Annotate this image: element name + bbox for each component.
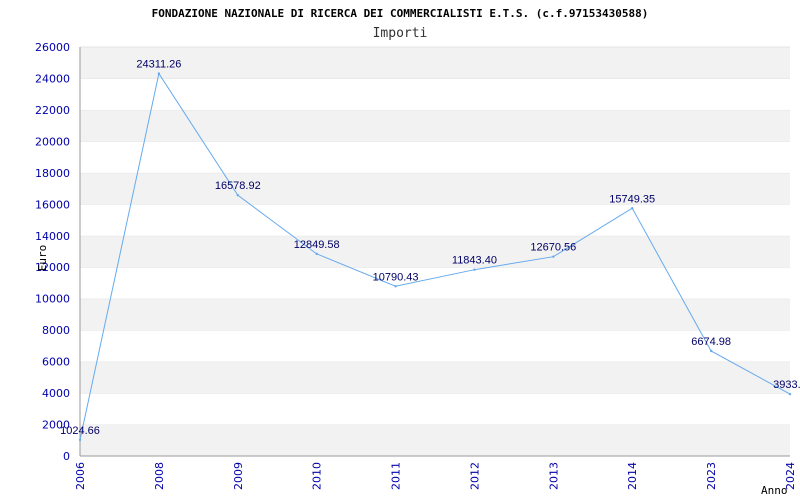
y-tick-label: 4000	[42, 387, 70, 400]
y-tick-label: 0	[63, 450, 70, 463]
data-point	[552, 255, 555, 258]
data-label: 16578.92	[215, 180, 261, 192]
chart-title: FONDAZIONE NAZIONALE DI RICERCA DEI COMM…	[152, 7, 649, 20]
data-label: 24311.26	[136, 59, 181, 71]
grid-band	[80, 109, 790, 142]
data-point	[473, 268, 476, 271]
x-tick-label: 2010	[311, 462, 324, 490]
y-tick-label: 6000	[42, 356, 70, 369]
y-tick-label: 16000	[35, 198, 70, 211]
grid-band	[80, 141, 790, 173]
x-tick-label: 2011	[390, 462, 403, 490]
data-label: 10790.43	[373, 271, 419, 283]
data-point	[788, 392, 792, 396]
y-tick-label: 26000	[35, 41, 70, 54]
x-axis-title: Anno	[761, 484, 788, 497]
data-label: 11843.40	[452, 255, 497, 267]
y-tick-label: 14000	[35, 230, 70, 243]
data-label: 12849.58	[294, 239, 340, 251]
data-point	[631, 207, 634, 210]
grid-band	[80, 361, 790, 394]
data-label: 1024.66	[60, 425, 100, 437]
y-tick-label: 10000	[35, 293, 70, 306]
y-tick-label: 20000	[35, 135, 70, 148]
grid-band	[80, 424, 790, 456]
data-point	[709, 349, 713, 353]
data-label: 3933.5	[773, 379, 800, 391]
x-tick-label: 2012	[468, 462, 481, 490]
grid-band	[80, 47, 790, 79]
grid-band	[80, 172, 790, 205]
chart-subtitle: Importi	[373, 26, 428, 41]
grid-band	[80, 298, 790, 331]
x-tick-label: 2014	[626, 462, 639, 490]
y-tick-label: 24000	[35, 72, 70, 85]
x-tick-label: 2006	[74, 462, 87, 490]
x-tick-label: 2023	[705, 462, 718, 490]
data-point	[236, 194, 239, 197]
x-tick-labels: 2006 2008 2009 2010 2011 2012 2013 2014 2023 2024	[74, 462, 797, 490]
data-label: 12670.56	[530, 242, 576, 254]
data-point	[78, 438, 82, 442]
data-point	[157, 72, 161, 75]
x-tick-label: 2013	[547, 462, 560, 490]
y-tick-label: 18000	[35, 167, 70, 180]
y-tick-label: 22000	[35, 104, 70, 117]
grid-band	[80, 204, 790, 236]
grid-band	[80, 330, 790, 362]
grid-band	[80, 267, 790, 299]
grid-band	[80, 393, 790, 425]
data-label: 15749.35	[609, 193, 655, 205]
y-axis-title: Euro	[36, 245, 49, 272]
x-tick-label: 2009	[232, 462, 245, 490]
data-point	[394, 285, 397, 288]
grid-band	[80, 235, 790, 268]
grid-band	[80, 78, 790, 110]
line-chart: FONDAZIONE NAZIONALE DI RICERCA DEI COMM…	[35, 7, 800, 497]
data-point	[315, 252, 318, 256]
y-tick-label: 8000	[42, 324, 70, 337]
data-label: 6674.98	[691, 336, 731, 348]
grid-bands	[80, 46, 790, 456]
x-tick-label: 2008	[153, 462, 166, 490]
